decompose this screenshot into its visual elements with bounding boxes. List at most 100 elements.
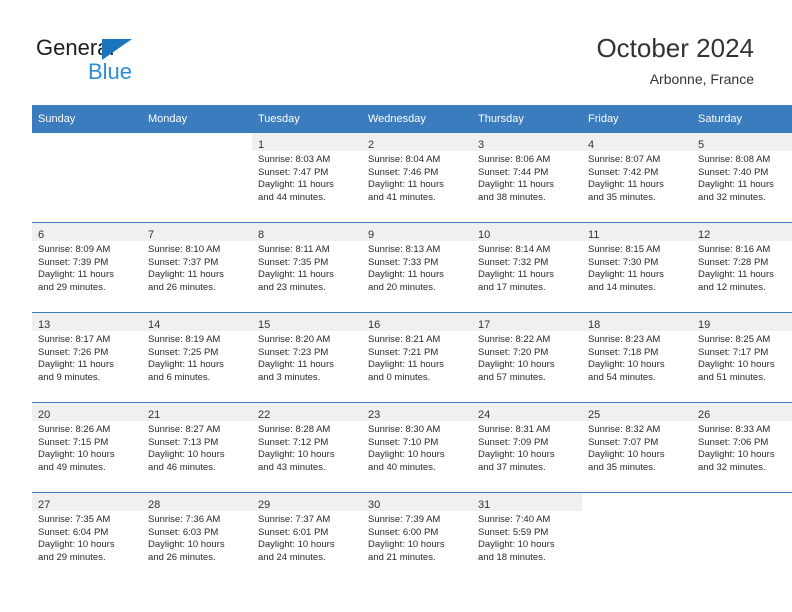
calendar-day-cell: 22 Sunrise: 8:28 AM Sunset: 7:12 PM Dayligh… — [252, 402, 362, 493]
day-number-band: 7 — [142, 223, 252, 241]
day-details: Sunrise: 8:28 AM Sunset: 7:12 PM Daylight:… — [252, 421, 362, 474]
day-number: 17 — [478, 319, 491, 331]
day-details: Sunrise: 8:07 AM Sunset: 7:42 PM Daylight:… — [582, 151, 692, 204]
day-cell-content[interactable]: 18 Sunrise: 8:23 AM Sunset: 7:18 PM Dayligh… — [582, 313, 692, 402]
day-cell-content[interactable]: 23 Sunrise: 8:30 AM Sunset: 7:10 PM Dayligh… — [362, 403, 472, 492]
day-cell-content[interactable]: 8 Sunrise: 8:11 AM Sunset: 7:35 PM Daylight… — [252, 223, 362, 312]
day-cell-content[interactable]: 27 Sunrise: 7:35 AM Sunset: 6:04 PM Dayligh… — [32, 493, 142, 582]
daylight-text-line2: and 32 minutes. — [698, 461, 766, 473]
day-details: Sunrise: 8:27 AM Sunset: 7:13 PM Daylight:… — [142, 421, 252, 474]
day-cell-content[interactable]: 2 Sunrise: 8:04 AM Sunset: 7:46 PM Daylight… — [362, 133, 472, 222]
day-cell-content[interactable]: 12 Sunrise: 8:16 AM Sunset: 7:28 PM Dayligh… — [692, 223, 792, 312]
day-details — [142, 151, 252, 154]
daylight-text-line2: and 32 minutes. — [698, 191, 766, 203]
sunrise-text: Sunrise: 8:27 AM — [148, 424, 221, 435]
daylight-text-line1: Daylight: 10 hours — [478, 359, 555, 371]
day-cell-content[interactable]: 6 Sunrise: 8:09 AM Sunset: 7:39 PM Daylight… — [32, 223, 142, 312]
generalblue-logo[interactable]: General Blue — [36, 36, 216, 92]
day-cell-content[interactable]: 17 Sunrise: 8:22 AM Sunset: 7:20 PM Dayligh… — [472, 313, 582, 402]
day-number: 6 — [38, 229, 45, 241]
day-number-band: 20 — [32, 403, 142, 421]
day-cell-content[interactable]: 15 Sunrise: 8:20 AM Sunset: 7:23 PM Dayligh… — [252, 313, 362, 402]
day-number-band: 3 — [472, 133, 582, 151]
day-number: 14 — [148, 319, 161, 331]
day-number-band: 31 — [472, 493, 582, 511]
day-number-band: 25 — [582, 403, 692, 421]
day-cell-content[interactable]: 29 Sunrise: 7:37 AM Sunset: 6:01 PM Dayligh… — [252, 493, 362, 582]
day-number: 9 — [368, 229, 375, 241]
day-cell-content[interactable]: 31 Sunrise: 7:40 AM Sunset: 5:59 PM Dayligh… — [472, 493, 582, 582]
daylight-text-line1: Daylight: 11 hours — [258, 269, 334, 281]
daylight-text-line2: and 44 minutes. — [258, 191, 326, 203]
day-cell-content[interactable]: 10 Sunrise: 8:14 AM Sunset: 7:32 PM Dayligh… — [472, 223, 582, 312]
daylight-text-line2: and 21 minutes. — [368, 551, 436, 563]
calendar-day-cell: 10 Sunrise: 8:14 AM Sunset: 7:32 PM Dayligh… — [472, 222, 582, 313]
daylight-text-line1: Daylight: 11 hours — [38, 359, 114, 371]
weekday-header-friday: Friday — [582, 105, 692, 133]
weekday-header-sunday: Sunday — [32, 105, 142, 133]
calendar-day-cell: 24 Sunrise: 8:31 AM Sunset: 7:09 PM Dayligh… — [472, 402, 582, 493]
daylight-text-line1: Daylight: 10 hours — [148, 539, 225, 551]
day-cell-content[interactable]: 20 Sunrise: 8:26 AM Sunset: 7:15 PM Dayligh… — [32, 403, 142, 492]
sunrise-text: Sunrise: 8:31 AM — [478, 424, 551, 435]
day-cell-content[interactable]: 4 Sunrise: 8:07 AM Sunset: 7:42 PM Daylight… — [582, 133, 692, 222]
calendar-day-cell: 9 Sunrise: 8:13 AM Sunset: 7:33 PM Daylight… — [362, 222, 472, 313]
sunrise-text: Sunrise: 8:19 AM — [148, 334, 221, 345]
daylight-text-line1: Daylight: 10 hours — [38, 449, 115, 461]
page-subtitle-location: Arbonne, France — [649, 71, 754, 87]
day-cell-content[interactable]: 21 Sunrise: 8:27 AM Sunset: 7:13 PM Dayligh… — [142, 403, 252, 492]
day-number-band: 18 — [582, 313, 692, 331]
day-number: 28 — [148, 499, 161, 511]
daylight-text-line2: and 38 minutes. — [478, 191, 546, 203]
daylight-text-line1: Daylight: 10 hours — [478, 449, 555, 461]
sunset-text: Sunset: 7:10 PM — [368, 436, 439, 448]
day-cell-content[interactable]: 26 Sunrise: 8:33 AM Sunset: 7:06 PM Dayligh… — [692, 403, 792, 492]
sunset-text: Sunset: 7:35 PM — [258, 256, 329, 268]
day-cell-content[interactable]: 22 Sunrise: 8:28 AM Sunset: 7:12 PM Dayligh… — [252, 403, 362, 492]
day-cell-content[interactable]: 19 Sunrise: 8:25 AM Sunset: 7:17 PM Dayligh… — [692, 313, 792, 402]
day-cell-content[interactable]: 11 Sunrise: 8:15 AM Sunset: 7:30 PM Dayligh… — [582, 223, 692, 312]
day-cell-empty — [142, 133, 252, 222]
calendar-day-cell: 26 Sunrise: 8:33 AM Sunset: 7:06 PM Dayligh… — [692, 402, 792, 493]
sunset-text: Sunset: 7:42 PM — [588, 166, 659, 178]
day-number-band: 12 — [692, 223, 792, 241]
day-cell-content[interactable]: 13 Sunrise: 8:17 AM Sunset: 7:26 PM Dayligh… — [32, 313, 142, 402]
day-cell-content[interactable]: 25 Sunrise: 8:32 AM Sunset: 7:07 PM Dayligh… — [582, 403, 692, 492]
day-number-band: 29 — [252, 493, 362, 511]
calendar-week-row: 6 Sunrise: 8:09 AM Sunset: 7:39 PM Daylight… — [32, 222, 792, 313]
calendar-week-row: 13 Sunrise: 8:17 AM Sunset: 7:26 PM Dayligh… — [32, 312, 792, 403]
day-cell-content[interactable]: 28 Sunrise: 7:36 AM Sunset: 6:03 PM Dayligh… — [142, 493, 252, 582]
sunrise-text: Sunrise: 8:10 AM — [148, 244, 221, 255]
daylight-text-line1: Daylight: 11 hours — [368, 359, 444, 371]
day-cell-content[interactable]: 30 Sunrise: 7:39 AM Sunset: 6:00 PM Dayligh… — [362, 493, 472, 582]
day-cell-content[interactable]: 14 Sunrise: 8:19 AM Sunset: 7:25 PM Dayligh… — [142, 313, 252, 402]
day-details: Sunrise: 8:23 AM Sunset: 7:18 PM Daylight:… — [582, 331, 692, 384]
day-cell-content[interactable]: 3 Sunrise: 8:06 AM Sunset: 7:44 PM Daylight… — [472, 133, 582, 222]
sunrise-text: Sunrise: 8:04 AM — [368, 154, 441, 165]
day-number-band: 11 — [582, 223, 692, 241]
day-cell-content[interactable]: 9 Sunrise: 8:13 AM Sunset: 7:33 PM Daylight… — [362, 223, 472, 312]
day-number-band: 23 — [362, 403, 472, 421]
day-cell-content[interactable]: 5 Sunrise: 8:08 AM Sunset: 7:40 PM Daylight… — [692, 133, 792, 222]
day-cell-content[interactable]: 24 Sunrise: 8:31 AM Sunset: 7:09 PM Dayligh… — [472, 403, 582, 492]
weekday-header-thursday: Thursday — [472, 105, 582, 133]
day-details: Sunrise: 7:39 AM Sunset: 6:00 PM Daylight:… — [362, 511, 472, 564]
daylight-text-line2: and 26 minutes. — [148, 281, 216, 293]
calendar-day-cell: 14 Sunrise: 8:19 AM Sunset: 7:25 PM Dayligh… — [142, 312, 252, 403]
day-cell-content[interactable]: 1 Sunrise: 8:03 AM Sunset: 7:47 PM Daylight… — [252, 133, 362, 222]
daylight-text-line2: and 14 minutes. — [588, 281, 656, 293]
day-number: 30 — [368, 499, 381, 511]
daylight-text-line1: Daylight: 10 hours — [478, 539, 555, 551]
day-details: Sunrise: 8:03 AM Sunset: 7:47 PM Daylight:… — [252, 151, 362, 204]
day-cell-content[interactable]: 7 Sunrise: 8:10 AM Sunset: 7:37 PM Daylight… — [142, 223, 252, 312]
daylight-text-line1: Daylight: 11 hours — [588, 179, 664, 191]
day-number-band: 2 — [362, 133, 472, 151]
sunset-text: Sunset: 7:17 PM — [698, 346, 769, 358]
day-cell-content[interactable]: 16 Sunrise: 8:21 AM Sunset: 7:21 PM Dayligh… — [362, 313, 472, 402]
day-details: Sunrise: 8:17 AM Sunset: 7:26 PM Daylight:… — [32, 331, 142, 384]
day-number: 24 — [478, 409, 491, 421]
daylight-text-line2: and 12 minutes. — [698, 281, 766, 293]
calendar-day-cell: 18 Sunrise: 8:23 AM Sunset: 7:18 PM Dayligh… — [582, 312, 692, 403]
day-number-band: 15 — [252, 313, 362, 331]
daylight-text-line2: and 3 minutes. — [258, 371, 321, 383]
